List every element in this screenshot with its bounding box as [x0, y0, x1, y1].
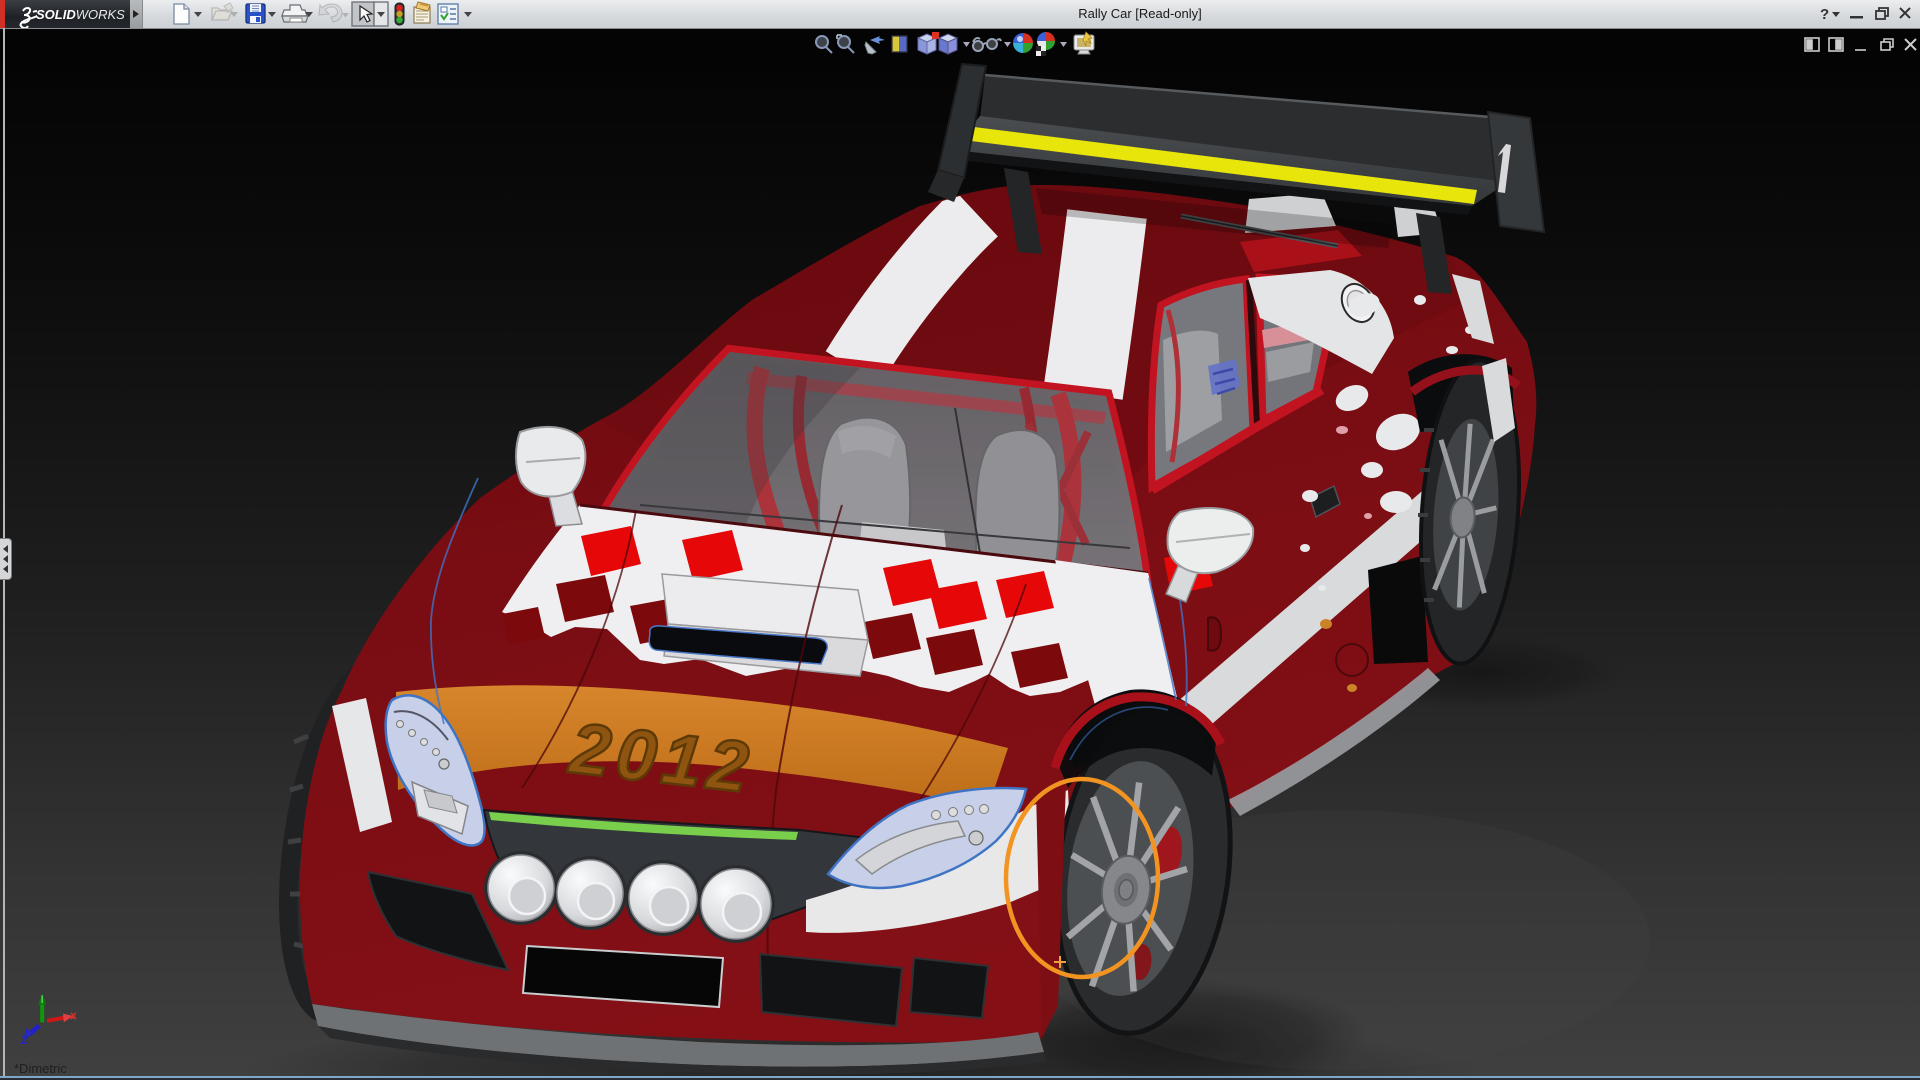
svg-text:?: ?: [1820, 6, 1829, 23]
